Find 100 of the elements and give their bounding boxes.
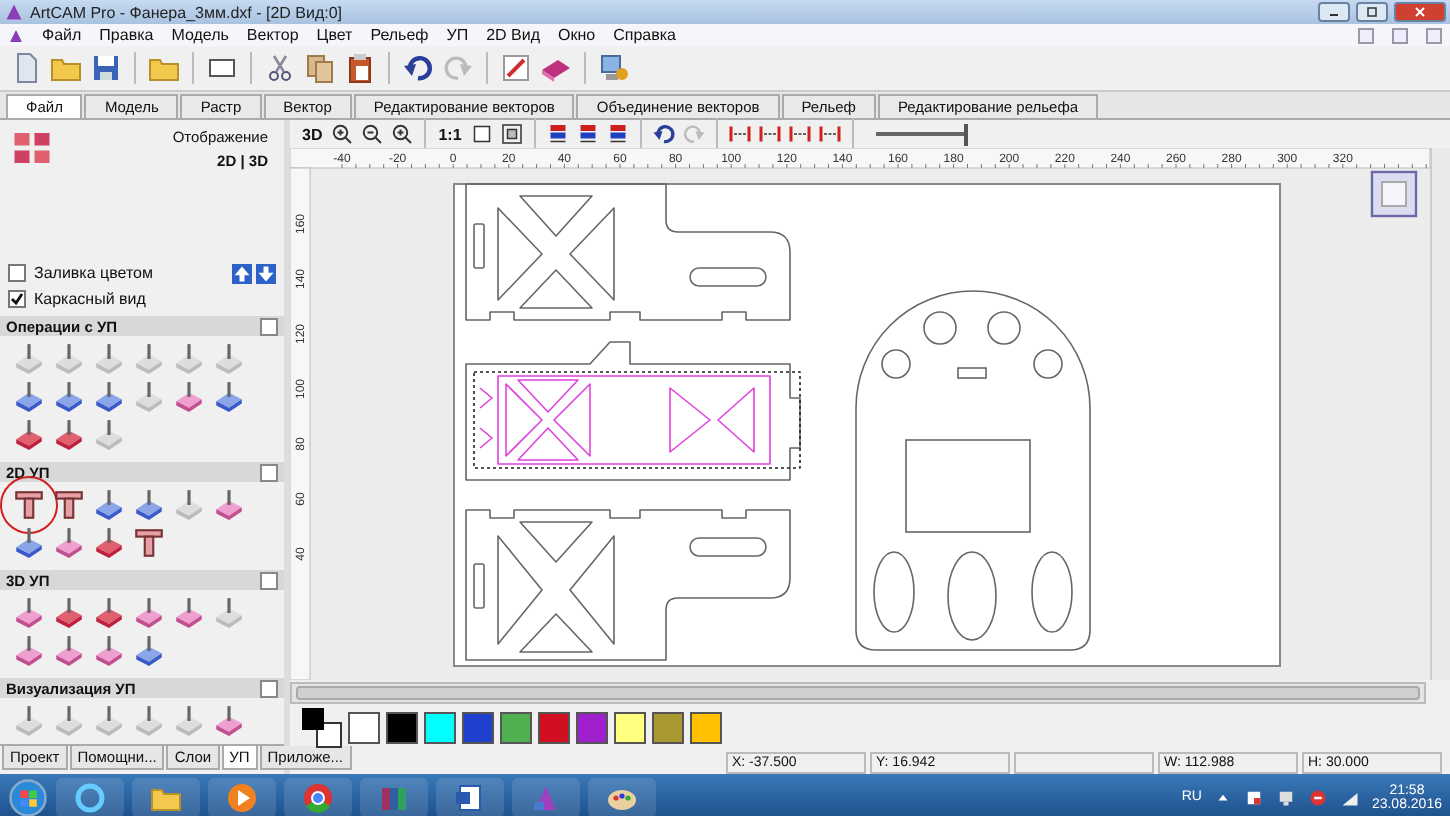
menu-item[interactable]: Файл: [42, 26, 82, 44]
tool-block-icon[interactable]: [172, 704, 206, 738]
tool-block-icon[interactable]: [92, 526, 126, 560]
zoom-icon[interactable]: [390, 122, 415, 146]
tool-block-icon[interactable]: [52, 596, 86, 630]
dropdown-icon[interactable]: [260, 571, 278, 589]
vertical-scrollbar[interactable]: [1430, 148, 1450, 680]
zoom-slider[interactable]: [875, 123, 968, 145]
scissors-icon[interactable]: [264, 52, 296, 84]
tool-block-icon[interactable]: [212, 488, 246, 522]
color-swatch[interactable]: [424, 711, 456, 744]
layers-icon[interactable]: [545, 122, 570, 146]
tool-block-icon[interactable]: [52, 342, 86, 376]
tool-block-icon[interactable]: [132, 634, 166, 668]
checkbox[interactable]: [8, 290, 26, 308]
start-button-icon[interactable]: [8, 777, 48, 816]
tool-block-icon[interactable]: [12, 634, 46, 668]
tool-block-icon[interactable]: [92, 380, 126, 414]
menu-item[interactable]: Правка: [99, 26, 154, 44]
view-cube-icon[interactable]: [1370, 170, 1418, 218]
tool-block-icon[interactable]: [92, 418, 126, 452]
color-swatch[interactable]: [386, 711, 418, 744]
tool-block-icon[interactable]: [212, 342, 246, 376]
tool-block-icon[interactable]: [12, 526, 46, 560]
color-swatch[interactable]: [500, 711, 532, 744]
tool-block-icon[interactable]: [52, 634, 86, 668]
color-swatch[interactable]: [348, 711, 380, 744]
tool-block-icon[interactable]: [52, 526, 86, 560]
display-icon[interactable]: [12, 128, 52, 168]
clipboard-icon[interactable]: [344, 52, 376, 84]
close-button[interactable]: [1426, 27, 1442, 43]
tool-block-icon[interactable]: [172, 488, 206, 522]
copy-icon[interactable]: [304, 52, 336, 84]
t-shape-icon[interactable]: [52, 488, 86, 522]
menu-item[interactable]: 2D Вид: [486, 26, 541, 44]
3d-view-button[interactable]: 3D: [300, 125, 325, 143]
t-shape-icon[interactable]: [12, 488, 46, 522]
tool-block-icon[interactable]: [212, 596, 246, 630]
color-swatch[interactable]: [576, 711, 608, 744]
signal-icon[interactable]: [1339, 787, 1360, 807]
shield-icon[interactable]: [1307, 787, 1328, 807]
vector-icon[interactable]: [787, 122, 812, 146]
browser-icon[interactable]: [302, 781, 334, 813]
color-swatch[interactable]: [690, 711, 722, 744]
tool-block-icon[interactable]: [92, 488, 126, 522]
tool-block-icon[interactable]: [52, 704, 86, 738]
tool-block-icon[interactable]: [212, 704, 246, 738]
close-button[interactable]: [1394, 2, 1446, 22]
color-swatch[interactable]: [614, 711, 646, 744]
move-down-button[interactable]: [256, 263, 276, 283]
vector-icon[interactable]: [817, 122, 842, 146]
menu-item[interactable]: Цвет: [316, 26, 353, 44]
tool-block-icon[interactable]: [132, 596, 166, 630]
dropdown-icon[interactable]: [260, 679, 278, 697]
tool-block-icon[interactable]: [172, 596, 206, 630]
dropdown-icon[interactable]: [260, 317, 278, 335]
tool-block-icon[interactable]: [52, 418, 86, 452]
tool-block-icon[interactable]: [92, 342, 126, 376]
tool-block-icon[interactable]: [132, 704, 166, 738]
menu-item[interactable]: Окно: [558, 26, 596, 44]
globe-icon[interactable]: [74, 781, 106, 813]
move-up-button[interactable]: [232, 263, 252, 283]
minimize-button[interactable]: [1318, 2, 1350, 22]
scale-button[interactable]: 1:1: [436, 125, 464, 143]
color-swatch[interactable]: [652, 711, 684, 744]
vector-icon[interactable]: [727, 122, 752, 146]
tool-block-icon[interactable]: [12, 380, 46, 414]
tool-block-icon[interactable]: [12, 342, 46, 376]
menu-item[interactable]: Вектор: [246, 26, 299, 44]
play-icon[interactable]: [226, 781, 258, 813]
horizontal-scrollbar[interactable]: [290, 682, 1426, 704]
slider-thumb[interactable]: [963, 123, 968, 145]
menu-item[interactable]: Рельеф: [370, 26, 429, 44]
layers-icon[interactable]: [575, 122, 600, 146]
undo-icon[interactable]: [402, 52, 434, 84]
restore-button[interactable]: [1392, 27, 1408, 43]
tool-block-icon[interactable]: [132, 380, 166, 414]
menu-item[interactable]: УП: [446, 26, 469, 44]
computer-icon[interactable]: [598, 52, 630, 84]
frame-icon[interactable]: [499, 122, 524, 146]
tool-block-icon[interactable]: [132, 488, 166, 522]
tool-block-icon[interactable]: [92, 634, 126, 668]
tool-block-icon[interactable]: [12, 704, 46, 738]
maximize-button[interactable]: [1356, 2, 1388, 22]
undo-icon[interactable]: [651, 122, 676, 146]
color-swatch[interactable]: [538, 711, 570, 744]
tool-block-icon[interactable]: [92, 596, 126, 630]
zoom-out-icon[interactable]: [360, 122, 385, 146]
dropdown-icon[interactable]: [260, 463, 278, 481]
tool-block-icon[interactable]: [12, 418, 46, 452]
menu-item[interactable]: Справка: [613, 26, 677, 44]
network-icon[interactable]: [1275, 787, 1296, 807]
flag-icon[interactable]: [1243, 787, 1264, 807]
document-icon[interactable]: [454, 781, 486, 813]
current-colors-icon[interactable]: [302, 707, 342, 748]
square-icon[interactable]: [469, 122, 494, 146]
pencil-icon[interactable]: [500, 52, 532, 84]
tool-block-icon[interactable]: [172, 342, 206, 376]
tool-block-icon[interactable]: [212, 380, 246, 414]
color-swatch[interactable]: [462, 711, 494, 744]
